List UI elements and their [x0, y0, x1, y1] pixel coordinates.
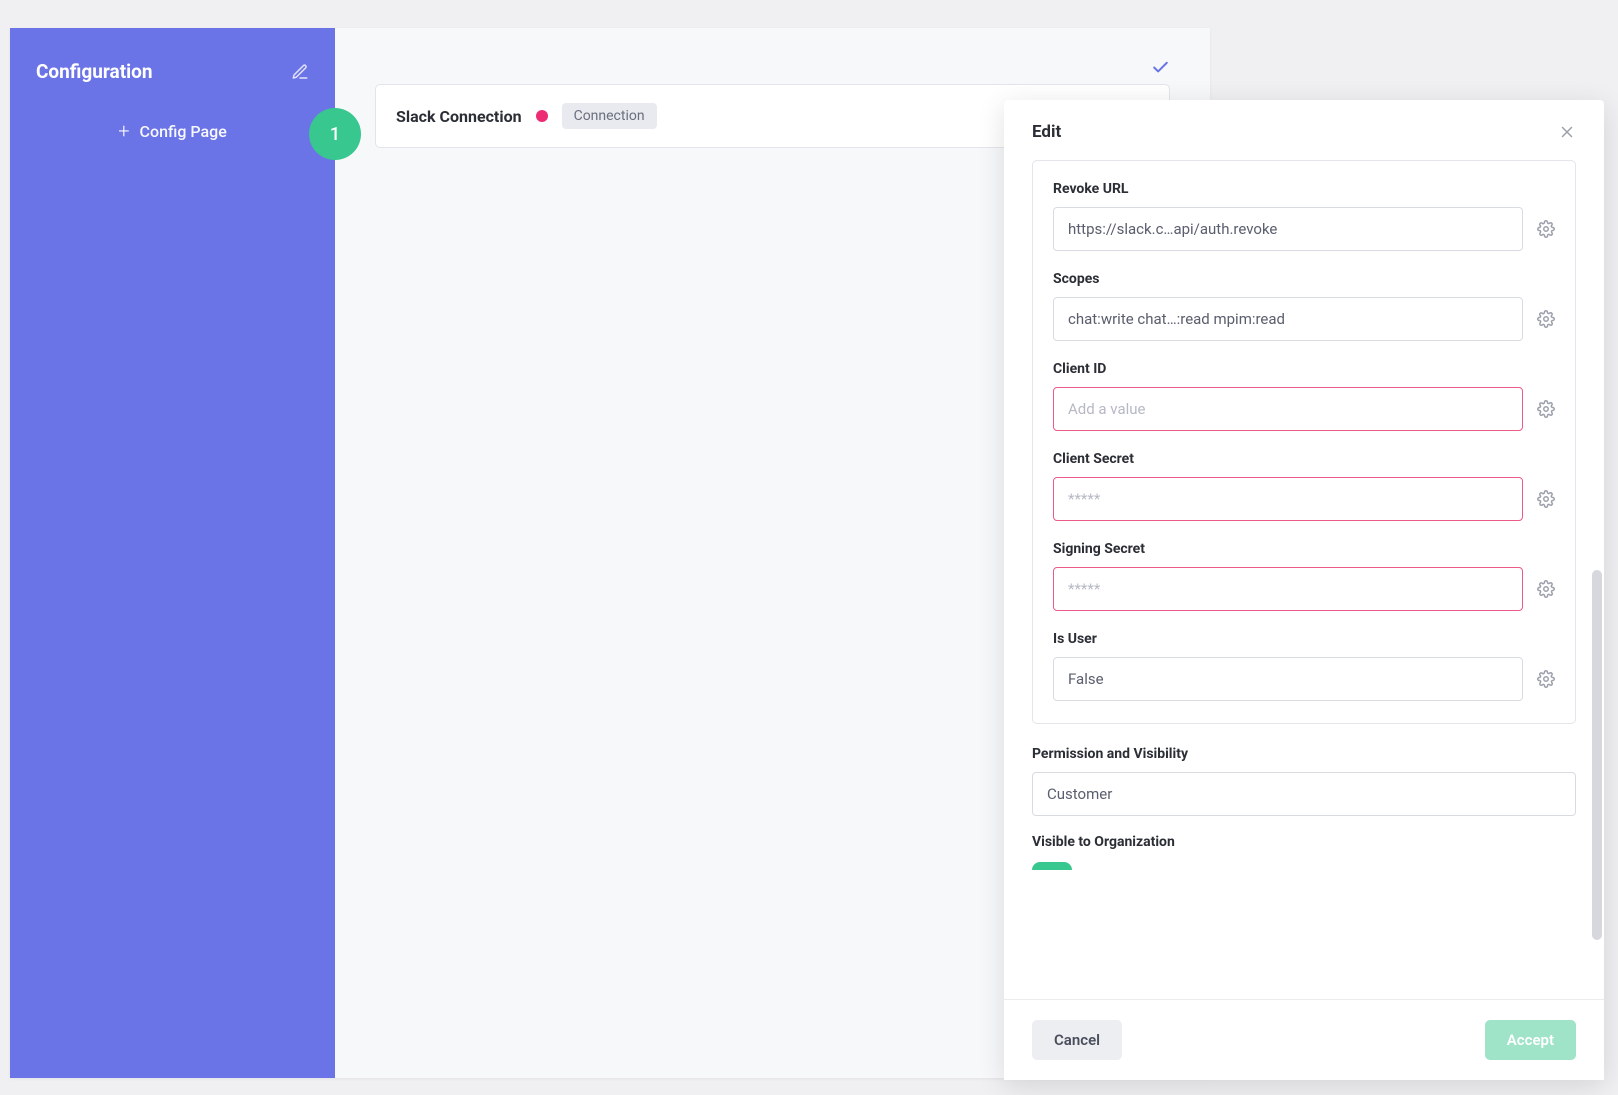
revoke-url-label: Revoke URL: [1053, 181, 1555, 197]
scrollbar[interactable]: [1592, 570, 1602, 940]
accept-button[interactable]: Accept: [1485, 1020, 1576, 1060]
gear-icon[interactable]: [1537, 310, 1555, 328]
is-user-label: Is User: [1053, 631, 1555, 647]
connection-tag: Connection: [562, 103, 657, 129]
sidebar-title: Configuration: [36, 60, 153, 83]
gear-icon[interactable]: [1537, 670, 1555, 688]
gear-icon[interactable]: [1537, 490, 1555, 508]
gear-icon[interactable]: [1537, 400, 1555, 418]
scopes-label: Scopes: [1053, 271, 1555, 287]
client-id-input[interactable]: [1053, 387, 1523, 431]
add-config-page-button[interactable]: + Config Page: [36, 119, 309, 143]
sidebar-header: Configuration: [36, 60, 309, 83]
signing-secret-label: Signing Secret: [1053, 541, 1555, 557]
edit-panel-footer: Cancel Accept: [1004, 999, 1604, 1080]
gear-icon[interactable]: [1537, 220, 1555, 238]
signing-secret-input[interactable]: [1053, 567, 1523, 611]
connection-title: Slack Connection: [396, 107, 522, 126]
edit-panel-body: Revoke URL Scopes Client I: [1004, 160, 1604, 999]
edit-panel-title: Edit: [1032, 122, 1061, 142]
sidebar: Configuration 1 + Config Page: [10, 28, 335, 1078]
close-icon[interactable]: [1558, 123, 1576, 141]
scopes-input[interactable]: [1053, 297, 1523, 341]
field-revoke-url: Revoke URL: [1053, 181, 1555, 251]
field-client-secret: Client Secret: [1053, 451, 1555, 521]
revoke-url-input[interactable]: [1053, 207, 1523, 251]
visible-org-label: Visible to Organization: [1032, 834, 1576, 850]
edit-panel: Edit Revoke URL Scopes: [1004, 100, 1604, 1080]
cancel-button[interactable]: Cancel: [1032, 1020, 1122, 1060]
add-config-label: Config Page: [140, 122, 227, 141]
status-dot-icon: [536, 110, 548, 122]
field-signing-secret: Signing Secret: [1053, 541, 1555, 611]
client-secret-input[interactable]: [1053, 477, 1523, 521]
permission-label: Permission and Visibility: [1032, 746, 1576, 762]
field-client-id: Client ID: [1053, 361, 1555, 431]
connection-fields-section: Revoke URL Scopes Client I: [1032, 160, 1576, 724]
client-id-label: Client ID: [1053, 361, 1555, 377]
check-icon[interactable]: [1151, 58, 1170, 77]
gear-icon[interactable]: [1537, 580, 1555, 598]
pencil-icon[interactable]: [291, 63, 309, 81]
edit-panel-header: Edit: [1004, 100, 1604, 160]
field-is-user: Is User: [1053, 631, 1555, 701]
plus-icon: +: [118, 119, 129, 143]
is-user-input[interactable]: [1053, 657, 1523, 701]
visible-org-toggle[interactable]: [1032, 862, 1072, 870]
permission-select[interactable]: Customer: [1032, 772, 1576, 816]
client-secret-label: Client Secret: [1053, 451, 1555, 467]
field-scopes: Scopes: [1053, 271, 1555, 341]
step-badge: 1: [309, 108, 361, 160]
